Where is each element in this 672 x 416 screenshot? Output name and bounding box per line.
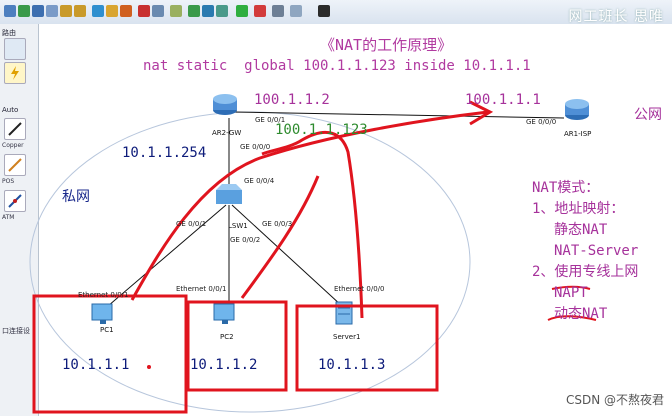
nat-command: nat static global 100.1.1.123 inside 10.… bbox=[143, 58, 531, 74]
port-pc1-eth: Ethernet 0/0/1 bbox=[78, 291, 129, 299]
page-title: 《NAT的工作原理》 bbox=[320, 36, 453, 54]
port-srv-eth: Ethernet 0/0/0 bbox=[334, 285, 385, 293]
port-sw-p2: GE 0/0/2 bbox=[230, 236, 261, 244]
switch-icon[interactable] bbox=[216, 184, 242, 204]
port-pc2-eth: Ethernet 0/0/1 bbox=[176, 285, 227, 293]
annotation-arrow-pc1 bbox=[130, 110, 489, 301]
router-gw-icon[interactable] bbox=[213, 94, 237, 115]
notes-item1: 1、地址映射： bbox=[532, 201, 625, 217]
label-pc2: PC2 bbox=[220, 333, 234, 341]
ip-nat-global: 100.1.1.123 bbox=[275, 122, 368, 138]
port-sw-p1: GE 0/0/1 bbox=[176, 220, 207, 228]
label-router-gw: AR2-GW bbox=[212, 129, 242, 137]
port-sw-up: GE 0/0/4 bbox=[244, 177, 275, 185]
pc2-highlight-box bbox=[186, 300, 288, 392]
label-server1: Server1 bbox=[333, 333, 361, 341]
server-highlight-box bbox=[295, 304, 439, 392]
port-sw-p3: GE 0/0/3 bbox=[262, 220, 293, 228]
notes-item2: 2、使用专线上网 bbox=[532, 264, 639, 280]
ip-server1: 10.1.1.3 bbox=[318, 357, 386, 373]
pc2-icon[interactable] bbox=[213, 303, 235, 324]
label-router-isp: AR1-ISP bbox=[564, 130, 592, 138]
label-pc1: PC1 bbox=[100, 326, 114, 334]
label-switch: LSW1 bbox=[228, 222, 248, 230]
notes-heading: NAT模式： bbox=[532, 180, 600, 196]
ip-gw-private: 10.1.1.254 bbox=[122, 145, 207, 161]
ip-gw-public: 100.1.1.2 bbox=[254, 92, 330, 108]
notes-item1b: NAT-Server bbox=[554, 243, 639, 259]
port-isp: GE 0/0/0 bbox=[526, 118, 557, 126]
notes-item2a: NAPT bbox=[554, 285, 588, 301]
ip-isp-public: 100.1.1.1 bbox=[465, 92, 541, 108]
port-gw-wan: GE 0/0/1 bbox=[255, 116, 286, 124]
ip-pc1: 10.1.1.1 bbox=[62, 357, 130, 373]
notes-item2b: 动态NAT bbox=[554, 306, 608, 322]
pc1-icon[interactable] bbox=[91, 303, 113, 324]
annotation-dot bbox=[147, 365, 151, 369]
nat-mode-notes: NAT模式： 1、地址映射： 静态NAT NAT-Server 2、使用专线上网… bbox=[532, 178, 638, 325]
private-zone-label: 私网 bbox=[62, 189, 90, 205]
port-gw-lan: GE 0/0/0 bbox=[240, 143, 271, 151]
csdn-watermark: CSDN @不熬夜君 bbox=[565, 393, 664, 407]
notes-item1a: 静态NAT bbox=[554, 222, 608, 238]
public-zone-label: 公网 bbox=[634, 107, 662, 123]
ip-pc2: 10.1.1.2 bbox=[190, 357, 258, 373]
router-isp-icon[interactable] bbox=[565, 99, 589, 120]
